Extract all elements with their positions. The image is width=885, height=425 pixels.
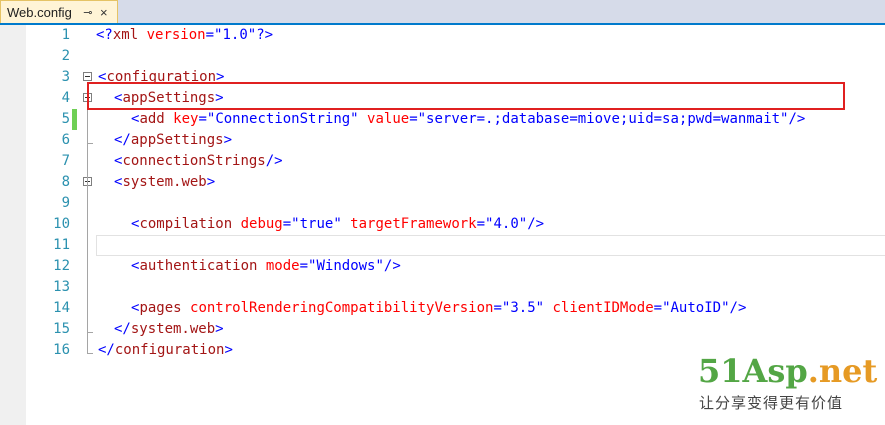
code-text: <connectionStrings/>	[114, 153, 283, 169]
code-line: 12 <authentication mode="Windows"/>	[26, 256, 885, 277]
tab-title: Web.config	[7, 4, 72, 20]
collapse-icon[interactable]	[83, 72, 92, 81]
editor-left-margin	[0, 25, 26, 425]
line-number: 13	[53, 279, 70, 295]
code-line-current: 11	[26, 235, 885, 256]
line-number: 10	[53, 216, 70, 232]
line-number: 2	[61, 48, 70, 64]
code-line: 1 <?xml version="1.0"?>	[26, 25, 885, 46]
code-line: 2	[26, 46, 885, 67]
code-text: </configuration>	[98, 342, 233, 358]
document-tab-bar: Web.config ⊸ ×	[0, 0, 885, 25]
line-number: 3	[61, 69, 70, 85]
tab-web-config[interactable]: Web.config ⊸ ×	[0, 0, 118, 23]
current-line-highlight	[96, 235, 885, 256]
code-line: 8 <system.web>	[26, 172, 885, 193]
line-number: 15	[53, 321, 70, 337]
code-line: 7 <connectionStrings/>	[26, 151, 885, 172]
code-text: <system.web>	[114, 174, 216, 190]
outline-guide-end	[87, 143, 93, 144]
code-text: </system.web>	[114, 321, 224, 337]
line-number: 5	[61, 111, 70, 127]
outline-guide-end	[87, 353, 93, 354]
watermark-tagline: 让分享变得更有价值	[699, 394, 844, 412]
code-text: </appSettings>	[114, 132, 233, 148]
code-line: 14 <pages controlRenderingCompatibilityV…	[26, 298, 885, 319]
pin-icon[interactable]: ⊸	[82, 6, 94, 19]
code-text: <add key="ConnectionString" value="serve…	[131, 111, 806, 127]
code-line: 6 </appSettings>	[26, 130, 885, 151]
line-number: 12	[53, 258, 70, 274]
close-icon[interactable]: ×	[98, 5, 110, 20]
line-number: 6	[61, 132, 70, 148]
line-number: 14	[53, 300, 70, 316]
line-number: 7	[61, 153, 70, 169]
line-number: 1	[61, 27, 70, 43]
line-number: 11	[53, 237, 70, 253]
code-line: 9	[26, 193, 885, 214]
code-line: 5 <add key="ConnectionString" value="ser…	[26, 109, 885, 130]
outline-guide-end	[87, 332, 93, 333]
line-number: 4	[61, 90, 70, 106]
code-text: <authentication mode="Windows"/>	[131, 258, 401, 274]
line-number: 8	[61, 174, 70, 190]
code-line: 15 </system.web>	[26, 319, 885, 340]
code-text: <?xml version="1.0"?>	[96, 27, 274, 43]
line-number: 16	[53, 342, 70, 358]
code-line: 10 <compilation debug="true" targetFrame…	[26, 214, 885, 235]
line-number: 9	[61, 195, 70, 211]
code-line: 13	[26, 277, 885, 298]
watermark-logo: 51Asp.net	[698, 352, 878, 390]
modified-marker	[72, 109, 77, 130]
highlight-box	[87, 82, 845, 110]
code-text: <pages controlRenderingCompatibilityVers…	[131, 300, 747, 316]
code-text: <compilation debug="true" targetFramewor…	[131, 216, 545, 232]
